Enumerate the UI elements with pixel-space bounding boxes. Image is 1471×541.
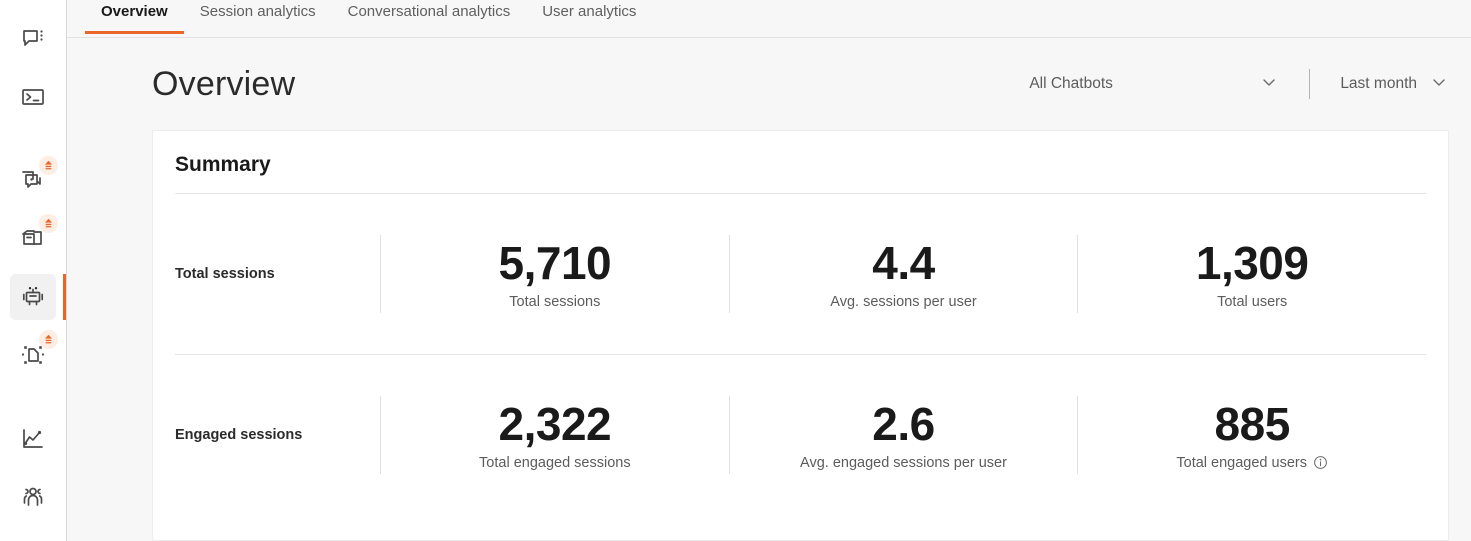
metric-label-wrap: Avg. engaged sessions per user [730, 455, 1078, 471]
app-root: Overview Session analytics Conversational … [0, 0, 1471, 541]
sidebar-item-line-chart[interactable] [10, 416, 56, 462]
metric-cell: 2.6 Avg. engaged sessions per user [728, 395, 1078, 474]
metric-label-wrap: Total engaged users [1078, 455, 1426, 471]
upgrade-badge-icon[interactable] [39, 214, 58, 233]
summary-card: Summary Total sessions 5,710 Total session… [152, 130, 1449, 541]
metric-row: Total sessions 5,710 Total sessions 4.4 Avg.… [175, 194, 1426, 354]
sidebar-item-terminal[interactable] [10, 74, 56, 120]
tab-user-analytics[interactable]: User analytics [526, 0, 652, 37]
metric-cell: 2,322 Total engaged sessions [380, 395, 729, 474]
info-icon[interactable] [1313, 455, 1328, 470]
metric-value: 1,309 [1195, 237, 1309, 289]
upgrade-badge-icon[interactable] [39, 156, 58, 175]
metric-value: 885 [1214, 397, 1291, 450]
left-sidebar [0, 0, 67, 541]
sidebar-group [0, 140, 66, 396]
metric-cell: 885 Total engaged users [1077, 395, 1426, 474]
page-header: Overview All Chatbots Last month [67, 38, 1471, 130]
sidebar-group [0, 0, 66, 140]
metric-row-label: Engaged sessions [175, 426, 303, 443]
metric-label-wrap: Total engaged sessions [381, 455, 729, 471]
robot-icon [20, 284, 46, 310]
metric-value: 2,322 [498, 397, 612, 450]
sidebar-item-chat-bubble[interactable] [10, 16, 56, 62]
sidebar-item-node-shape[interactable] [10, 330, 58, 378]
tab-label: Session analytics [199, 3, 316, 20]
chat-bubble-icon [20, 26, 46, 52]
sidebar-group [0, 396, 66, 541]
tab-overview[interactable]: Overview [85, 0, 184, 37]
metric-value: 4.4 [872, 237, 935, 289]
tab-session-analytics[interactable]: Session analytics [184, 0, 332, 37]
tab-bar: Overview Session analytics Conversational … [67, 0, 1471, 38]
main-content: Overview Session analytics Conversational … [67, 0, 1471, 541]
terminal-icon [20, 84, 46, 110]
metric-label: Total sessions [509, 294, 601, 310]
summary-metric-rows: Total sessions 5,710 Total sessions 4.4 Avg.… [175, 194, 1426, 514]
tab-label: User analytics [542, 3, 637, 20]
tab-conversational-analytics[interactable]: Conversational analytics [332, 0, 527, 37]
metric-label: Total users [1217, 294, 1288, 310]
upgrade-badge-icon[interactable] [39, 330, 58, 349]
metric-label: Total engaged sessions [479, 454, 631, 471]
metric-cell: 5,710 Total sessions [380, 235, 729, 313]
chatbot-filter-value: All Chatbots [1029, 75, 1113, 92]
chevron-down-icon [1429, 72, 1449, 97]
people-icon [20, 484, 46, 510]
sidebar-item-panel[interactable] [10, 532, 56, 541]
sidebar-item-archive-box[interactable] [10, 214, 58, 262]
metric-label: Avg. engaged sessions per user [800, 454, 1007, 471]
metric-label-wrap: Total sessions [381, 294, 729, 310]
metric-row: Engaged sessions 2,322 Total engaged sessi… [175, 354, 1426, 514]
chevron-down-icon [1259, 72, 1279, 97]
sidebar-item-people[interactable] [10, 474, 56, 520]
metric-label: Avg. sessions per user [830, 294, 977, 310]
metric-cell: 1,309 Total users [1077, 235, 1426, 313]
summary-title: Summary [175, 153, 271, 176]
period-filter-value: Last month [1340, 75, 1417, 92]
sidebar-item-copy-chat[interactable] [10, 156, 58, 204]
sidebar-item-robot[interactable] [10, 274, 66, 320]
header-controls: All Chatbots Last month [1029, 69, 1449, 99]
chatbot-filter-dropdown[interactable]: All Chatbots [1029, 72, 1279, 97]
metric-value: 2.6 [872, 397, 935, 450]
metric-row-label: Total sessions [175, 266, 275, 282]
line-chart-icon [20, 426, 46, 452]
tab-label: Overview [101, 3, 168, 20]
page-title: Overview [152, 64, 296, 103]
period-filter-dropdown[interactable]: Last month [1310, 72, 1449, 97]
metric-label-wrap: Avg. sessions per user [730, 294, 1078, 310]
tab-label: Conversational analytics [347, 3, 511, 20]
metric-label-wrap: Total users [1078, 294, 1426, 310]
metric-label: Total engaged users [1176, 454, 1307, 471]
metric-cell: 4.4 Avg. sessions per user [728, 235, 1078, 313]
metric-value: 5,710 [498, 237, 612, 289]
